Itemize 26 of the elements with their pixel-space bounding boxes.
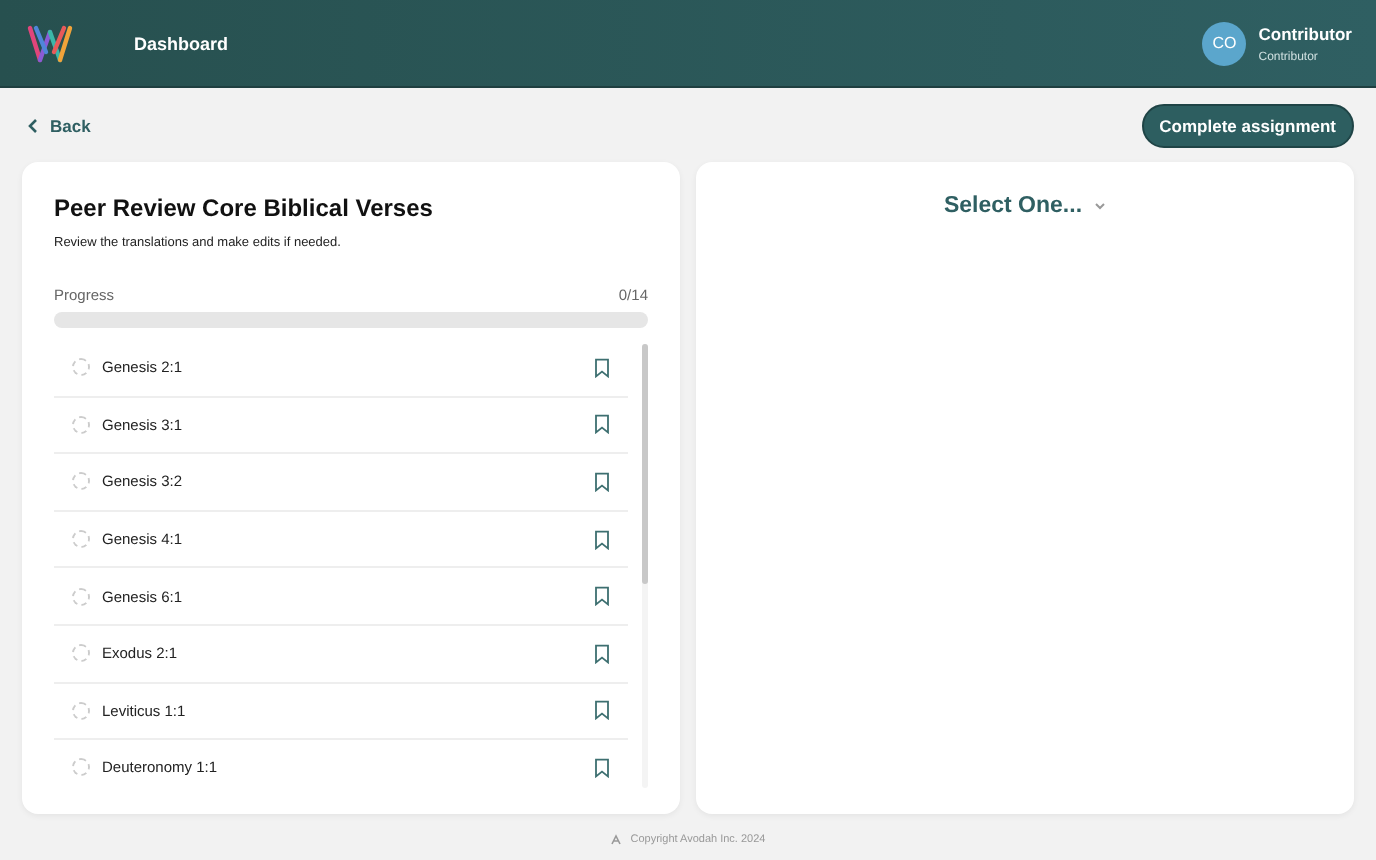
assignment-title: Peer Review Core Biblical Verses <box>54 194 435 222</box>
scrollbar[interactable] <box>642 344 648 788</box>
bookmark-icon[interactable] <box>594 471 610 492</box>
select-dropdown[interactable]: Select One... <box>943 190 1107 222</box>
status-circle[interactable] <box>72 644 90 663</box>
bookmark-icon[interactable] <box>594 357 610 378</box>
status-circle[interactable] <box>72 530 90 549</box>
status-circle[interactable] <box>72 358 90 377</box>
dashboard-link[interactable]: Dashboard <box>134 33 229 53</box>
brand-icon <box>610 834 623 846</box>
complete-assignment-button[interactable]: Complete assignment <box>1141 104 1354 148</box>
chevron-left-icon <box>28 118 38 134</box>
bookmark-icon[interactable] <box>594 700 610 721</box>
bookmark-icon[interactable] <box>594 757 610 778</box>
status-circle[interactable] <box>72 415 90 434</box>
status-circle[interactable] <box>72 758 90 777</box>
chevron-down-icon <box>1094 202 1107 210</box>
bookmark-icon[interactable] <box>594 643 610 664</box>
user-name: Contributor <box>1258 23 1352 43</box>
back-button[interactable]: Back <box>28 116 91 136</box>
status-circle[interactable] <box>72 472 90 491</box>
bookmark-icon[interactable] <box>594 586 610 607</box>
status-circle[interactable] <box>72 587 90 606</box>
status-circle[interactable] <box>72 701 90 720</box>
bookmark-icon[interactable] <box>594 414 610 435</box>
bookmark-icon[interactable] <box>594 529 610 550</box>
